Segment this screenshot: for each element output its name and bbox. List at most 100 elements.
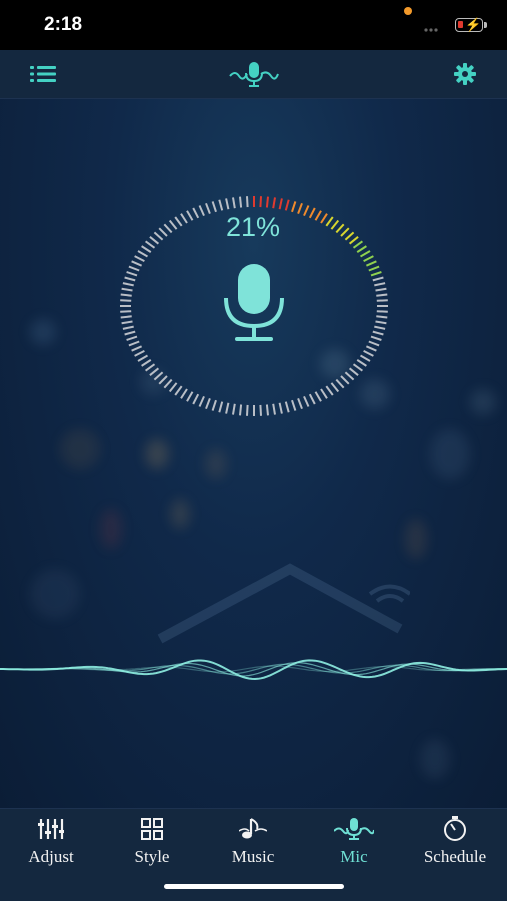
- gauge-tick: [259, 196, 262, 208]
- gauge-tick: [186, 391, 194, 402]
- list-icon[interactable]: [28, 50, 58, 98]
- mic-wave-icon: [334, 817, 374, 841]
- gauge-tick: [131, 260, 143, 267]
- gauge-tick: [330, 219, 340, 230]
- gauge-tick: [149, 236, 160, 245]
- gauge-tick: [359, 354, 371, 362]
- gauge-tick: [211, 399, 217, 411]
- gauge-tick: [375, 287, 387, 292]
- nav-label: Adjust: [28, 847, 74, 866]
- gauge-tick: [259, 404, 262, 416]
- gauge-tick: [370, 271, 382, 277]
- gauge-tick: [192, 207, 200, 219]
- gauge-tick: [141, 359, 152, 367]
- gear-icon[interactable]: [452, 50, 478, 98]
- gauge-tick: [121, 287, 133, 292]
- nav-item-schedule[interactable]: Schedule: [405, 809, 505, 879]
- gauge-tick: [163, 223, 173, 234]
- gauge-tick: [278, 198, 283, 210]
- gauge-tick: [192, 393, 200, 405]
- gauge-tick: [308, 393, 316, 405]
- top-bar: [0, 50, 507, 99]
- gauge-tick: [211, 201, 217, 213]
- gauge-tick: [363, 255, 374, 262]
- gauge-tick: [124, 276, 136, 282]
- gauge-tick: [134, 255, 145, 262]
- gauge-tick: [335, 378, 345, 389]
- nav-item-music[interactable]: Music: [203, 809, 303, 879]
- gauge-tick: [218, 401, 224, 413]
- nav-label: Style: [134, 847, 170, 866]
- gauge-tick: [141, 245, 152, 253]
- gauge-tick: [265, 404, 269, 416]
- mic-visualizer-panel: 21%: [0, 99, 507, 808]
- gauge-tick: [180, 213, 188, 224]
- gauge-tick: [284, 199, 290, 211]
- gauge-tick: [348, 236, 359, 245]
- nav-label: Schedule: [423, 847, 487, 866]
- gauge-tick: [284, 401, 290, 413]
- gauge-tick: [363, 350, 374, 357]
- gauge-tick: [320, 213, 328, 224]
- mic-level-gauge: [120, 196, 388, 416]
- mic-wave-icon: [229, 50, 279, 98]
- gauge-tick: [272, 403, 276, 415]
- gauge-tick: [370, 335, 382, 341]
- gauge-tick: [325, 385, 334, 396]
- nav-item-adjust[interactable]: Adjust: [1, 809, 101, 879]
- gauge-tick: [278, 402, 283, 414]
- gauge-tick: [365, 345, 377, 352]
- status-time: 2:18: [44, 14, 83, 35]
- gauge-tick: [340, 227, 350, 237]
- gauge-tick: [163, 378, 173, 389]
- gauge-tick: [246, 404, 249, 416]
- gauge-tick: [218, 199, 224, 211]
- gauge-tick: [153, 231, 164, 241]
- gauge-tick: [356, 245, 367, 253]
- gauge-tick: [291, 399, 297, 411]
- gauge-tick: [180, 388, 188, 399]
- equalizer-icon: [38, 817, 64, 841]
- gauge-tick: [376, 299, 388, 302]
- gauge-tick: [168, 219, 178, 230]
- gauge-tick: [348, 367, 359, 376]
- mic-level-percent: 21%: [225, 212, 281, 242]
- nav-item-mic[interactable]: Mic: [304, 809, 404, 879]
- gauge-tick: [272, 197, 276, 209]
- gauge-tick: [368, 265, 380, 272]
- gauge-tick: [126, 335, 138, 341]
- status-bar: 2:18 ⚡: [0, 0, 507, 50]
- gauge-tick: [356, 359, 367, 367]
- gauge-tick: [120, 293, 132, 297]
- gauge-tick: [308, 207, 316, 219]
- gauge-tick: [297, 398, 303, 410]
- gauge-tick: [368, 340, 380, 347]
- gauge-tick: [232, 403, 236, 415]
- gauge-tick: [126, 271, 138, 277]
- gauge-tick: [374, 325, 386, 330]
- gauge-tick: [120, 315, 132, 319]
- gauge-tick: [344, 231, 355, 241]
- battery-cap: [484, 22, 487, 28]
- gauge-tick: [198, 395, 205, 407]
- gauge-tick: [122, 282, 134, 287]
- microphone-icon[interactable]: [220, 264, 288, 344]
- timer-icon: [442, 816, 468, 841]
- gauge-tick: [120, 299, 132, 302]
- gauge-tick: [134, 350, 145, 357]
- gauge-tick: [124, 330, 136, 336]
- battery-icon: ⚡: [455, 17, 483, 32]
- nav-item-style[interactable]: Style: [102, 809, 202, 879]
- gauge-tick: [225, 198, 230, 210]
- gauge-tick: [239, 404, 243, 416]
- gauge-tick: [359, 250, 371, 258]
- gauge-tick: [186, 210, 194, 221]
- gauge-tick: [376, 315, 388, 319]
- gauge-tick: [372, 330, 384, 336]
- gauge-tick: [330, 382, 340, 393]
- gauge-tick: [128, 265, 140, 272]
- gauge-tick: [365, 260, 377, 267]
- gauge-tick: [376, 293, 388, 297]
- nav-label: Mic: [340, 847, 368, 866]
- gauge-tick: [376, 310, 388, 313]
